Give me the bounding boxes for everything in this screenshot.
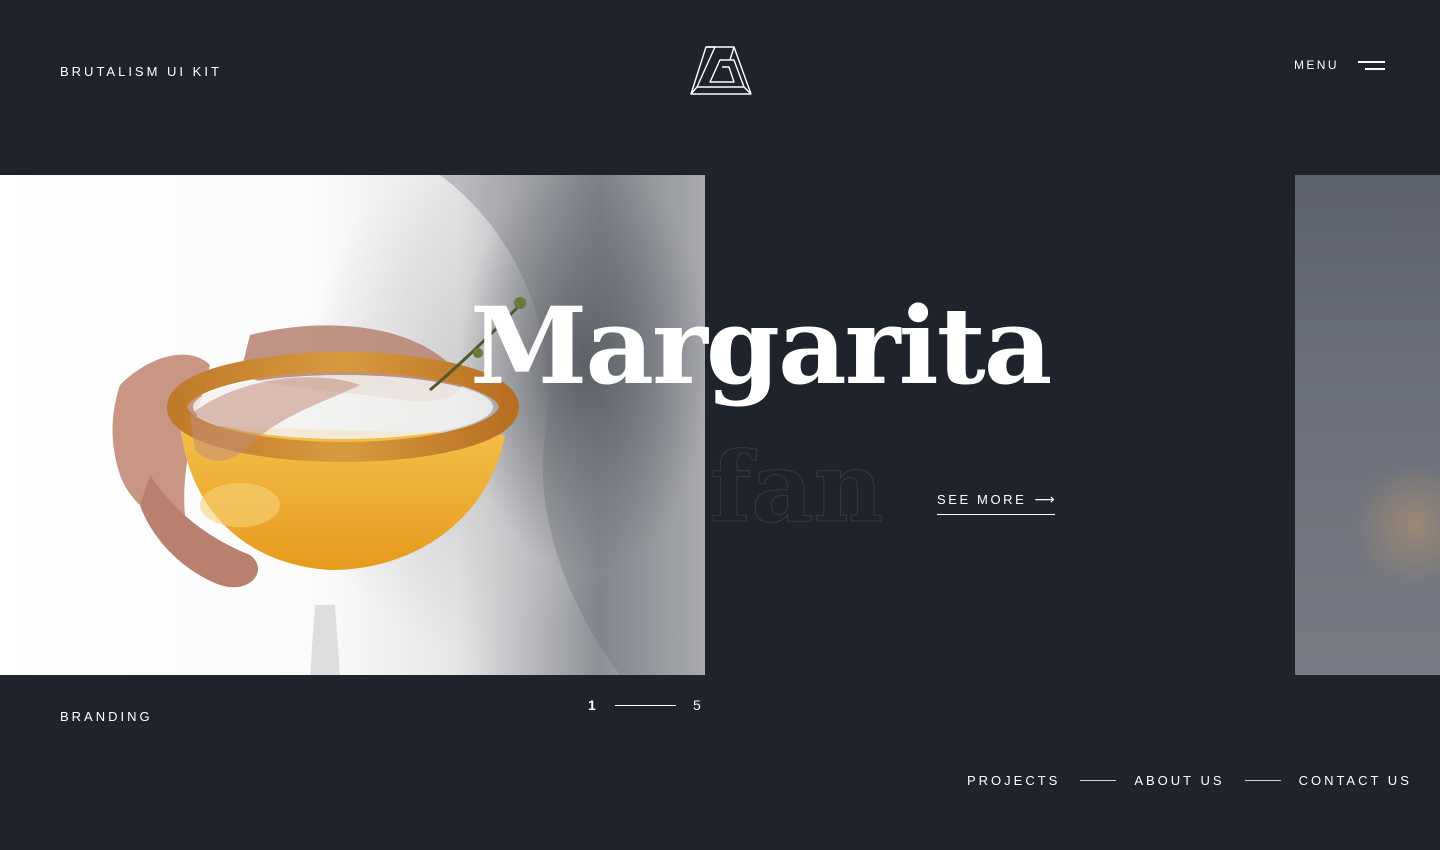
see-more-link[interactable]: SEE MORE ⟶	[937, 491, 1055, 515]
hero-outline-subtitle: fan	[709, 430, 884, 544]
hamburger-icon	[1357, 60, 1385, 70]
slide-pager: 1 5	[588, 697, 702, 713]
arrow-right-icon: ⟶	[1034, 491, 1055, 507]
nav-projects-link[interactable]: PROJECTS	[967, 773, 1060, 788]
nav-divider	[1080, 780, 1117, 781]
menu-label: MENU	[1294, 58, 1339, 72]
footer-nav: PROJECTS ABOUT US CONTACT US	[967, 773, 1412, 788]
nav-divider	[1244, 780, 1281, 781]
see-more-label: SEE MORE	[937, 492, 1027, 507]
hero-title: Margarita	[470, 283, 1052, 408]
category-label: BRANDING	[60, 709, 153, 724]
next-slide-preview-image[interactable]	[1295, 175, 1440, 675]
nav-about-us-link[interactable]: ABOUT US	[1134, 773, 1224, 788]
nav-contact-us-link[interactable]: CONTACT US	[1299, 773, 1412, 788]
pager-total: 5	[693, 697, 702, 713]
hero-image	[0, 175, 705, 675]
menu-button[interactable]: MENU	[1294, 56, 1385, 74]
brand-name[interactable]: BRUTALISM UI KIT	[60, 64, 222, 79]
pager-progress-line	[615, 704, 676, 706]
impossible-triangle-logo-icon[interactable]	[689, 45, 752, 97]
pager-current: 1	[588, 697, 596, 713]
